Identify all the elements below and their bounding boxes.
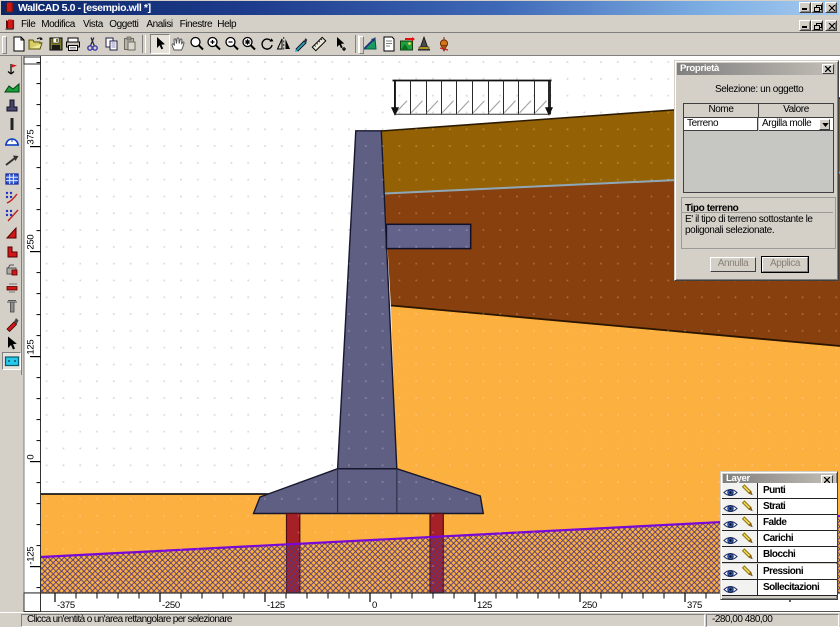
svg-text:375: 375 [687, 600, 702, 611]
svg-text:-250: -250 [162, 600, 180, 611]
svg-text:-125: -125 [26, 547, 37, 565]
svg-text:-125: -125 [267, 600, 285, 611]
svg-text:125: 125 [26, 340, 37, 355]
svg-text:250: 250 [26, 235, 37, 250]
svg-text:375: 375 [26, 130, 37, 145]
svg-text:0: 0 [372, 600, 377, 611]
svg-text:-375: -375 [57, 600, 75, 611]
svg-text:125: 125 [477, 600, 492, 611]
svg-text:0: 0 [26, 455, 37, 460]
svg-text:250: 250 [582, 600, 597, 611]
